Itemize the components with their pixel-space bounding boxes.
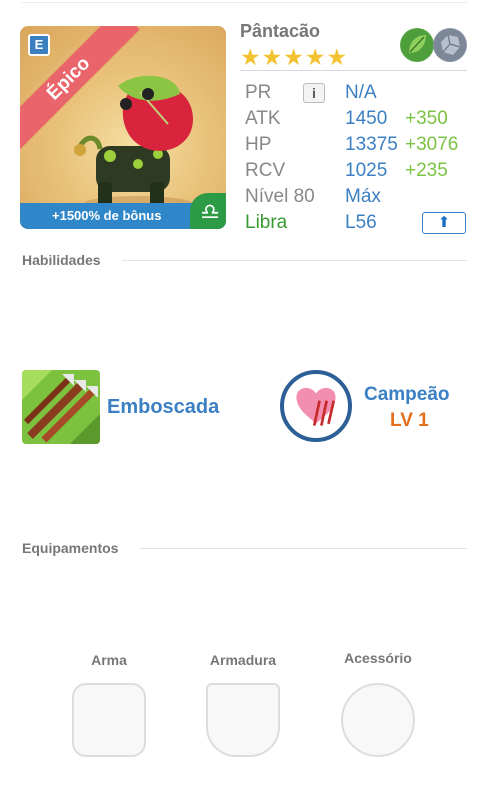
leader-skill-name[interactable]: Campeão	[364, 384, 450, 406]
hp-bonus: +3076	[405, 134, 459, 155]
champion-leader-icon[interactable]	[280, 370, 352, 442]
libra-zodiac-icon: ♎	[190, 193, 226, 229]
monster-image	[74, 75, 193, 212]
upgrade-arrow-icon[interactable]: ⬆	[422, 212, 466, 234]
accessory-slot[interactable]	[341, 683, 415, 757]
atk-value: 1450	[345, 108, 388, 129]
stat-row-rcv: RCV 1025 +235	[245, 158, 475, 184]
stat-row-hp: HP 13375 +3076	[245, 132, 475, 158]
level-value: Máx	[345, 186, 381, 207]
stat-row-atk: ATK 1450 +350	[245, 106, 475, 132]
stat-row-pr: PR i N/A	[245, 80, 475, 106]
skills-divider	[122, 260, 467, 261]
info-icon[interactable]: i	[303, 83, 325, 103]
atk-label: ATK	[245, 108, 281, 129]
weapon-slot-label: Arma	[91, 652, 127, 668]
rcv-bonus: +235	[405, 160, 448, 181]
active-skill-name[interactable]: Emboscada	[107, 396, 219, 419]
monster-name: Pântacão	[240, 21, 321, 41]
star-rating: ★★★★★	[240, 44, 349, 70]
hp-value: 13375	[345, 134, 398, 155]
level-label: Nível 80	[245, 186, 315, 207]
header-divider	[240, 70, 467, 71]
skills-section-title: Habilidades	[22, 252, 101, 268]
leaf-icon	[400, 28, 434, 62]
top-divider	[22, 2, 467, 3]
stat-row-level: Nível 80 Máx	[245, 184, 475, 210]
card-type-icon: E	[28, 34, 50, 56]
stats-panel: PR i N/A ATK 1450 +350 HP 13375 +3076 RC…	[245, 80, 475, 236]
rcv-value: 1025	[345, 160, 388, 181]
rcv-label: RCV	[245, 160, 286, 181]
atk-bonus: +350	[405, 108, 448, 129]
monster-card[interactable]: E Épico +1500% de bônus ♎	[20, 26, 226, 229]
equipment-divider	[140, 548, 467, 549]
stat-row-sign: Libra L56 ⬆	[245, 210, 475, 236]
armor-slot-label: Armadura	[209, 652, 277, 668]
ambush-skill-icon[interactable]	[22, 370, 100, 444]
pr-value: N/A	[345, 82, 377, 103]
weapon-slot[interactable]	[72, 683, 146, 757]
stone-icon	[433, 28, 467, 62]
accessory-slot-label: Acessório	[344, 650, 412, 666]
hp-label: HP	[245, 134, 272, 155]
armor-slot[interactable]	[206, 683, 280, 757]
sign-label: Libra	[245, 212, 288, 233]
sign-value: L56	[345, 212, 377, 233]
pr-label: PR	[245, 82, 272, 103]
leader-skill-level: LV 1	[390, 410, 429, 431]
equipment-section-title: Equipamentos	[22, 540, 119, 556]
